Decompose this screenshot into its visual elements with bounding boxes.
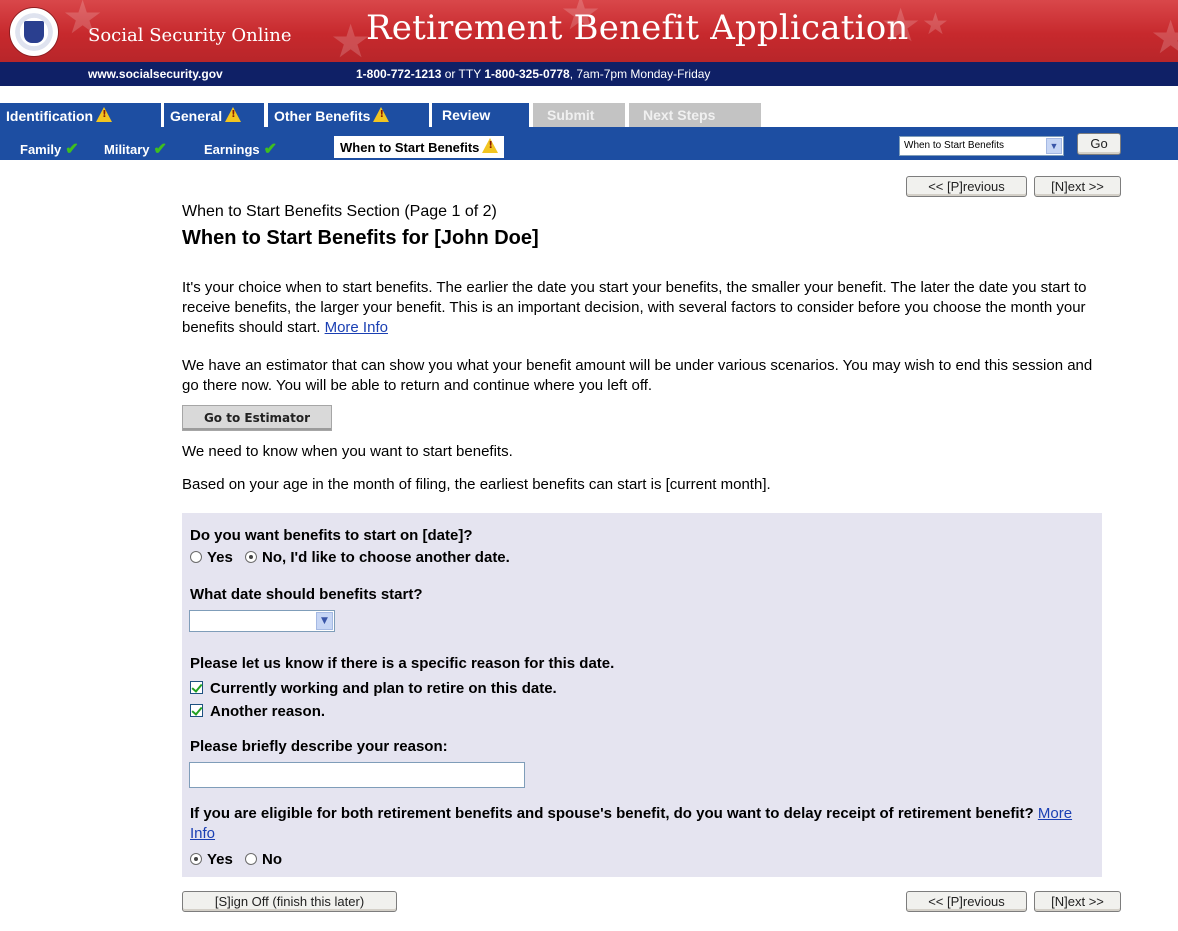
tab-label: Other Benefits bbox=[274, 108, 371, 124]
question-delay-text: If you are eligible for both retirement … bbox=[190, 805, 1034, 822]
site-name[interactable]: Social Security Online bbox=[88, 25, 291, 46]
tab-review[interactable]: Review bbox=[432, 103, 529, 127]
earliest-start-text: Based on your age in the month of filing… bbox=[182, 476, 771, 493]
star-decoration: ★ bbox=[922, 7, 949, 42]
go-button[interactable]: Go bbox=[1077, 133, 1121, 155]
question-start-date: What date should benefits start? bbox=[190, 586, 423, 603]
section-subtitle: When to Start Benefits Section (Page 1 o… bbox=[182, 203, 497, 220]
site-url[interactable]: www.socialsecurity.gov bbox=[88, 67, 223, 81]
checkbox-working-label[interactable]: Currently working and plan to retire on … bbox=[210, 680, 557, 697]
question-describe-reason: Please briefly describe your reason: bbox=[190, 738, 448, 755]
subnav-label: When to Start Benefits bbox=[340, 140, 480, 155]
subnav-item-military[interactable]: Military ✔ bbox=[104, 139, 167, 159]
checkbox-another-reason[interactable] bbox=[190, 704, 203, 717]
radio-no-label[interactable]: No, I'd like to choose another date. bbox=[262, 549, 510, 566]
phone-hours: , 7am-7pm Monday-Friday bbox=[569, 67, 711, 81]
more-info-link[interactable]: More Info bbox=[325, 319, 388, 336]
radio-yes-label[interactable]: Yes bbox=[207, 549, 233, 566]
checkmark-icon: ✔ bbox=[153, 141, 167, 158]
intro-paragraph: It's your choice when to start benefits.… bbox=[182, 278, 1102, 338]
checkmark-icon: ✔ bbox=[65, 141, 79, 158]
tab-label: Review bbox=[442, 107, 491, 123]
delay-retirement-options: Yes No bbox=[190, 851, 282, 868]
phone-main: 1-800-772-1213 bbox=[356, 67, 442, 81]
question-delay-retirement: If you are eligible for both retirement … bbox=[190, 804, 1090, 844]
radio-delay-no-label[interactable]: No bbox=[262, 851, 282, 868]
section-jump-select[interactable]: When to Start Benefits ▼ bbox=[899, 136, 1064, 156]
page-title: When to Start Benefits for [John Doe] bbox=[182, 227, 539, 249]
need-to-know-text: We need to know when you want to start b… bbox=[182, 443, 513, 460]
tab-identification[interactable]: Identification bbox=[0, 103, 161, 127]
radio-delay-yes[interactable] bbox=[190, 853, 202, 865]
tab-label: Identification bbox=[6, 108, 94, 124]
checkbox-working[interactable] bbox=[190, 681, 203, 694]
reason-option-working[interactable]: Currently working and plan to retire on … bbox=[190, 680, 557, 697]
tab-next-steps: Next Steps bbox=[629, 103, 761, 127]
radio-delay-yes-label[interactable]: Yes bbox=[207, 851, 233, 868]
subnav-label: Earnings bbox=[204, 142, 260, 157]
warning-icon bbox=[482, 138, 499, 153]
phone-or-tty: or TTY bbox=[441, 67, 485, 81]
tab-label: Next Steps bbox=[643, 107, 716, 123]
ssa-seal-logo[interactable] bbox=[10, 8, 58, 56]
phone-tty: 1-800-325-0778 bbox=[484, 67, 570, 81]
tab-label: Submit bbox=[547, 107, 595, 123]
app-title: Retirement Benefit Application bbox=[366, 8, 909, 48]
subnav-item-when-to-start[interactable]: When to Start Benefits bbox=[334, 136, 505, 158]
estimator-paragraph: We have an estimator that can show you w… bbox=[182, 357, 1093, 394]
subnav-item-family[interactable]: Family ✔ bbox=[20, 139, 79, 159]
intro-text: It's your choice when to start benefits.… bbox=[182, 279, 1087, 336]
header-banner: ★ ★ ★ ★ ★ ★ Social Security Online Retir… bbox=[0, 0, 1178, 64]
checkbox-another-label[interactable]: Another reason. bbox=[210, 703, 325, 720]
warning-icon bbox=[225, 107, 242, 122]
tab-label: General bbox=[170, 108, 223, 124]
previous-button-top[interactable]: << [P]revious bbox=[906, 176, 1027, 197]
star-decoration: ★ bbox=[1150, 10, 1178, 64]
reason-option-another[interactable]: Another reason. bbox=[190, 703, 325, 720]
reason-input[interactable] bbox=[189, 762, 525, 788]
subnav-item-earnings[interactable]: Earnings ✔ bbox=[204, 139, 277, 159]
contact-bar: www.socialsecurity.gov 1-800-772-1213 or… bbox=[0, 62, 1178, 86]
next-button-bottom[interactable]: [N]ext >> bbox=[1034, 891, 1121, 912]
start-on-date-options: Yes No, I'd like to choose another date. bbox=[190, 549, 510, 566]
sign-off-button[interactable]: [S]ign Off (finish this later) bbox=[182, 891, 397, 912]
warning-icon bbox=[96, 107, 113, 122]
radio-yes[interactable] bbox=[190, 551, 202, 563]
subnav-label: Military bbox=[104, 142, 150, 157]
section-jump-value: When to Start Benefits bbox=[904, 140, 1005, 151]
question-specific-reason: Please let us know if there is a specifi… bbox=[190, 655, 615, 672]
tab-submit: Submit bbox=[533, 103, 625, 127]
phone-info: 1-800-772-1213 or TTY 1-800-325-0778, 7a… bbox=[356, 67, 710, 81]
question-start-on-date: Do you want benefits to start on [date]? bbox=[190, 527, 473, 544]
chevron-down-icon[interactable]: ▼ bbox=[316, 612, 333, 630]
tab-general[interactable]: General bbox=[164, 103, 264, 127]
main-tabs: Identification General Other Benefits Re… bbox=[0, 103, 1178, 127]
tab-other-benefits[interactable]: Other Benefits bbox=[268, 103, 429, 127]
subnav-label: Family bbox=[20, 142, 62, 157]
sub-navigation: Family ✔ Military ✔ Earnings ✔ When to Star… bbox=[0, 127, 1178, 160]
warning-icon bbox=[373, 107, 390, 122]
next-button-top[interactable]: [N]ext >> bbox=[1034, 176, 1121, 197]
radio-no[interactable] bbox=[245, 551, 258, 563]
radio-delay-no[interactable] bbox=[245, 853, 258, 865]
checkmark-icon: ✔ bbox=[263, 141, 278, 158]
chevron-down-icon[interactable]: ▼ bbox=[1046, 138, 1062, 154]
go-to-estimator-button[interactable]: Go to Estimator bbox=[182, 405, 332, 431]
start-date-select[interactable]: ▼ bbox=[189, 610, 335, 632]
previous-button-bottom[interactable]: << [P]revious bbox=[906, 891, 1027, 912]
